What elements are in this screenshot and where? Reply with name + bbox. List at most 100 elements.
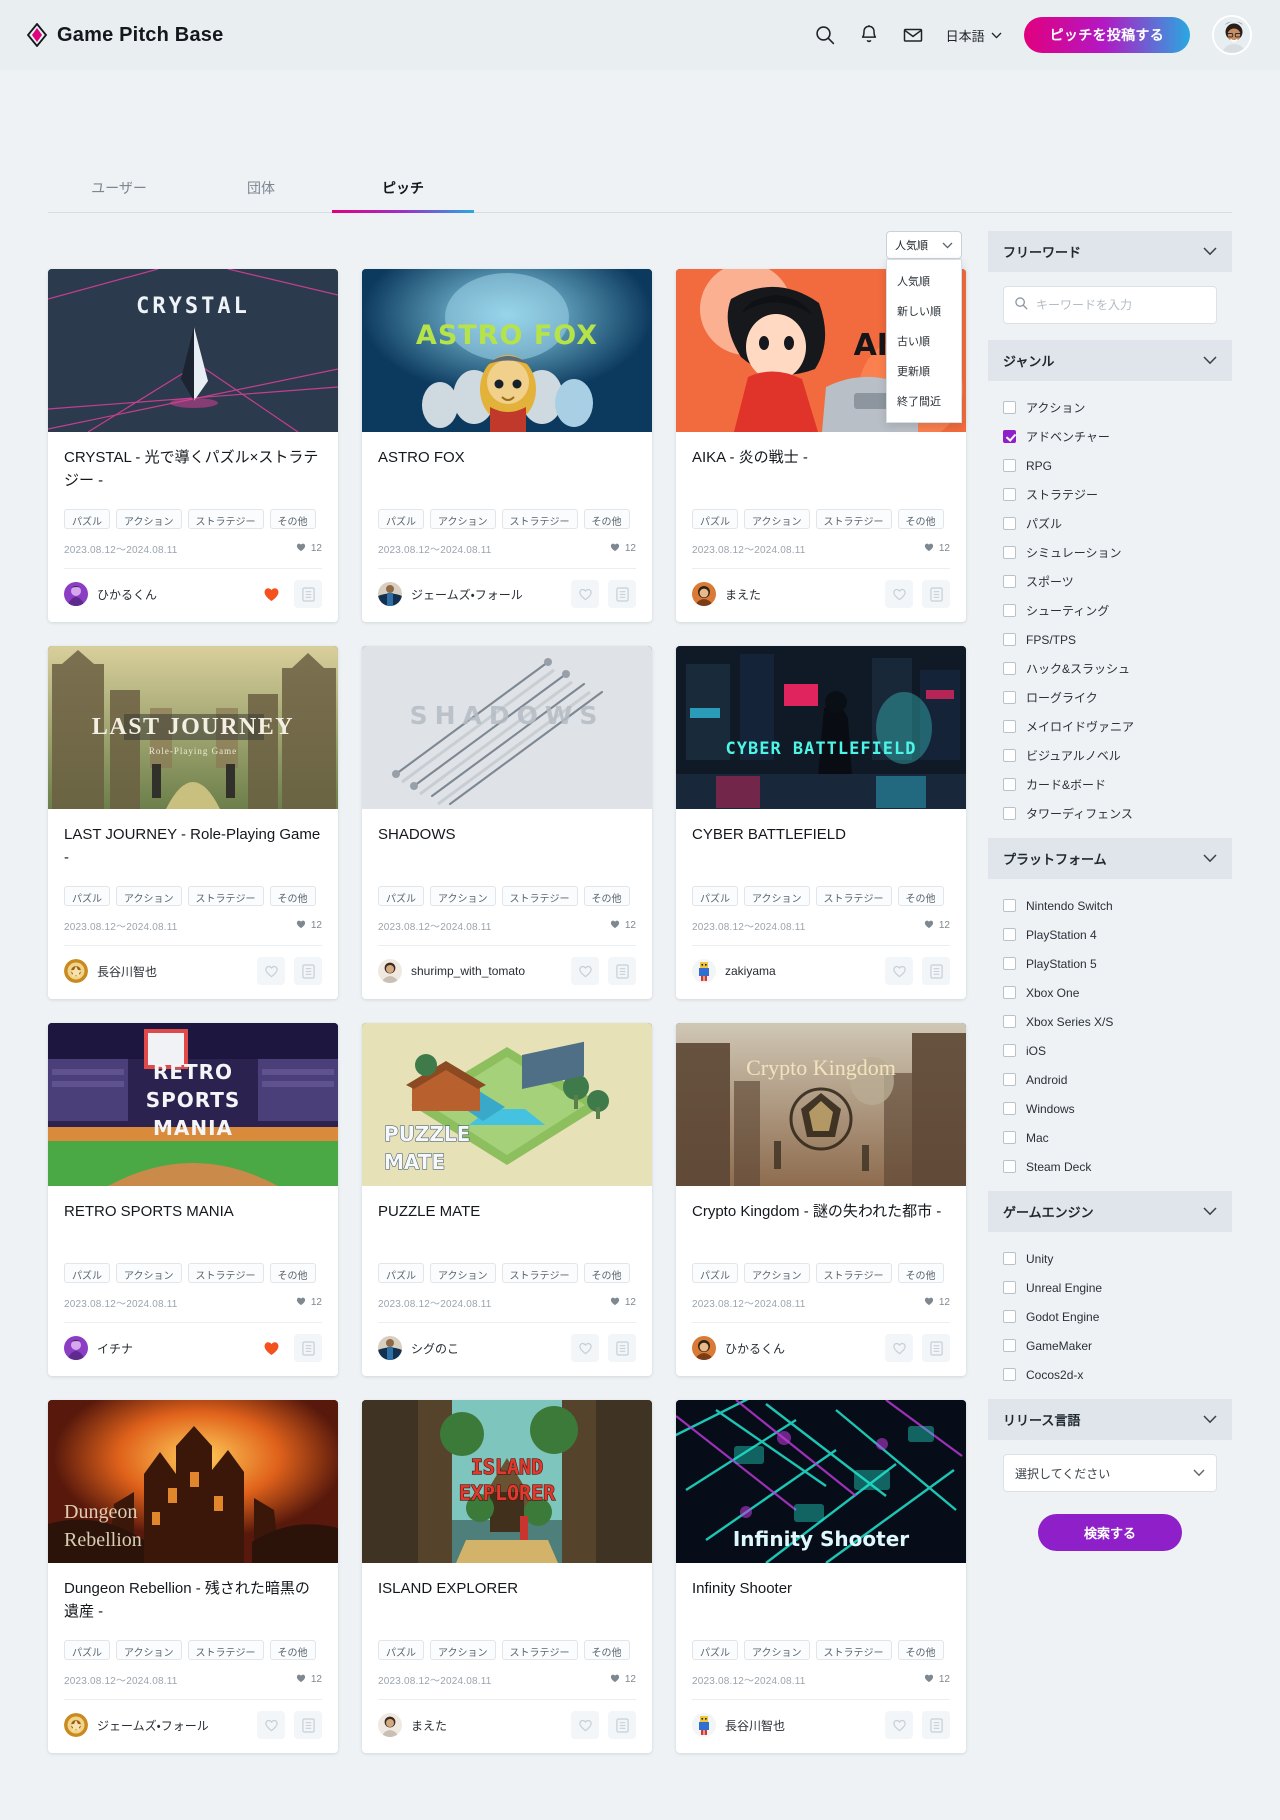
filter-option-engine[interactable]: Unreal Engine	[1003, 1273, 1217, 1302]
filter-option-engine[interactable]: GameMaker	[1003, 1331, 1217, 1360]
pitch-tag[interactable]: その他	[270, 1640, 316, 1660]
pitch-tag[interactable]: パズル	[378, 886, 424, 906]
pitch-tag[interactable]: パズル	[378, 509, 424, 529]
checkbox[interactable]	[1003, 1252, 1016, 1265]
pitch-tag[interactable]: ストラテジー	[816, 1263, 892, 1283]
checkbox[interactable]	[1003, 1073, 1016, 1086]
bookmark-list-button[interactable]	[922, 1711, 950, 1739]
bookmark-list-button[interactable]	[294, 580, 322, 608]
checkbox[interactable]	[1003, 1368, 1016, 1381]
author-name[interactable]: イチナ	[97, 1340, 133, 1357]
pitch-tag[interactable]: アクション	[430, 509, 496, 529]
platform-header[interactable]: プラットフォーム	[988, 838, 1232, 879]
language-header[interactable]: リリース言語	[988, 1399, 1232, 1440]
freeword-search-input[interactable]	[1036, 298, 1206, 312]
bookmark-list-button[interactable]	[608, 580, 636, 608]
checkbox[interactable]	[1003, 546, 1016, 559]
pitch-card[interactable]: Dungeon Rebellion Dungeon Rebellion - 残さ…	[48, 1400, 338, 1753]
checkbox[interactable]	[1003, 1160, 1016, 1173]
pitch-card[interactable]: CRYSTAL CRYSTAL - 光で導くパズル×ストラテジー - パズルアク…	[48, 269, 338, 622]
filter-option-engine[interactable]: Godot Engine	[1003, 1302, 1217, 1331]
pitch-card[interactable]: Crypto Kingdom Crypto Kingdom - 謎の失われた都市…	[676, 1023, 966, 1376]
filter-option-genre[interactable]: RPG	[1003, 451, 1217, 480]
engine-header[interactable]: ゲームエンジン	[988, 1191, 1232, 1232]
checkbox[interactable]	[1003, 778, 1016, 791]
filter-option-platform[interactable]: Windows	[1003, 1094, 1217, 1123]
pitch-tag[interactable]: ストラテジー	[188, 509, 264, 529]
pitch-tag[interactable]: パズル	[64, 1263, 110, 1283]
bookmark-list-button[interactable]	[922, 957, 950, 985]
tab-pitches[interactable]: ピッチ	[332, 170, 474, 212]
bookmark-list-button[interactable]	[294, 1711, 322, 1739]
checkbox[interactable]	[1003, 662, 1016, 675]
pitch-card[interactable]: CYBER BATTLEFIELD CYBER BATTLEFIELD パズルア…	[676, 646, 966, 999]
pitch-tag[interactable]: ストラテジー	[502, 509, 578, 529]
checkbox[interactable]	[1003, 488, 1016, 501]
user-avatar[interactable]	[1212, 15, 1252, 55]
genre-header[interactable]: ジャンル	[988, 340, 1232, 381]
pitch-card[interactable]: LAST JOURNEY Role-Playing Game LAST JOUR…	[48, 646, 338, 999]
checkbox[interactable]	[1003, 1015, 1016, 1028]
like-button[interactable]	[257, 1334, 285, 1362]
pitch-tag[interactable]: その他	[898, 1640, 944, 1660]
filter-option-genre[interactable]: スポーツ	[1003, 567, 1217, 596]
search-icon[interactable]	[814, 24, 836, 46]
pitch-tag[interactable]: アクション	[116, 1263, 182, 1283]
like-button[interactable]	[571, 1334, 599, 1362]
language-select[interactable]: 選択してください	[1003, 1454, 1217, 1492]
author-avatar[interactable]	[378, 959, 402, 983]
brand-logo[interactable]: Game Pitch Base	[26, 23, 223, 47]
pitch-tag[interactable]: ストラテジー	[188, 886, 264, 906]
checkbox[interactable]	[1003, 604, 1016, 617]
bell-icon[interactable]	[858, 24, 880, 46]
checkbox[interactable]	[1003, 401, 1016, 414]
sort-option[interactable]: 更新順	[887, 356, 961, 386]
pitch-thumbnail[interactable]: PUZZLE MATE	[362, 1023, 652, 1186]
filter-option-platform[interactable]: PlayStation 4	[1003, 920, 1217, 949]
author-name[interactable]: まえた	[725, 586, 761, 603]
pitch-tag[interactable]: その他	[898, 509, 944, 529]
pitch-tag[interactable]: アクション	[744, 1263, 810, 1283]
author-avatar[interactable]	[64, 1713, 88, 1737]
pitch-tag[interactable]: アクション	[744, 509, 810, 529]
pitch-thumbnail[interactable]: RETRO SPORTS MANIA	[48, 1023, 338, 1186]
pitch-thumbnail[interactable]: Dungeon Rebellion	[48, 1400, 338, 1563]
checkbox[interactable]	[1003, 1131, 1016, 1144]
pitch-tag[interactable]: パズル	[692, 1263, 738, 1283]
checkbox[interactable]	[1003, 986, 1016, 999]
pitch-tag[interactable]: アクション	[430, 886, 496, 906]
like-button[interactable]	[571, 1711, 599, 1739]
author-name[interactable]: まえた	[411, 1717, 447, 1734]
author-avatar[interactable]	[378, 1713, 402, 1737]
author-avatar[interactable]	[64, 582, 88, 606]
pitch-tag[interactable]: アクション	[116, 509, 182, 529]
pitch-tag[interactable]: その他	[270, 1263, 316, 1283]
author-avatar[interactable]	[692, 582, 716, 606]
checkbox[interactable]	[1003, 459, 1016, 472]
author-name[interactable]: ひかるくん	[97, 586, 157, 603]
pitch-tag[interactable]: アクション	[744, 886, 810, 906]
pitch-tag[interactable]: アクション	[744, 1640, 810, 1660]
checkbox[interactable]	[1003, 691, 1016, 704]
pitch-tag[interactable]: その他	[270, 886, 316, 906]
author-avatar[interactable]	[378, 582, 402, 606]
pitch-tag[interactable]: その他	[898, 1263, 944, 1283]
pitch-card[interactable]: PUZZLE MATE PUZZLE MATE パズルアクションストラテジーその…	[362, 1023, 652, 1376]
pitch-tag[interactable]: アクション	[430, 1640, 496, 1660]
author-name[interactable]: shurimp_with_tomato	[411, 964, 525, 978]
like-button[interactable]	[885, 1711, 913, 1739]
freeword-header[interactable]: フリーワード	[988, 231, 1232, 272]
pitch-tag[interactable]: ストラテジー	[502, 1640, 578, 1660]
filter-option-genre[interactable]: アクション	[1003, 393, 1217, 422]
pitch-tag[interactable]: アクション	[430, 1263, 496, 1283]
checkbox[interactable]	[1003, 807, 1016, 820]
tab-users[interactable]: ユーザー	[48, 170, 190, 212]
checkbox[interactable]	[1003, 1310, 1016, 1323]
pitch-thumbnail[interactable]: SHADOWS	[362, 646, 652, 809]
author-avatar[interactable]	[692, 1336, 716, 1360]
like-button[interactable]	[885, 957, 913, 985]
pitch-tag[interactable]: その他	[584, 509, 630, 529]
pitch-card[interactable]: Infinity Shooter Infinity Shooter パズルアクシ…	[676, 1400, 966, 1753]
pitch-thumbnail[interactable]: CRYSTAL	[48, 269, 338, 432]
filter-option-platform[interactable]: Nintendo Switch	[1003, 891, 1217, 920]
